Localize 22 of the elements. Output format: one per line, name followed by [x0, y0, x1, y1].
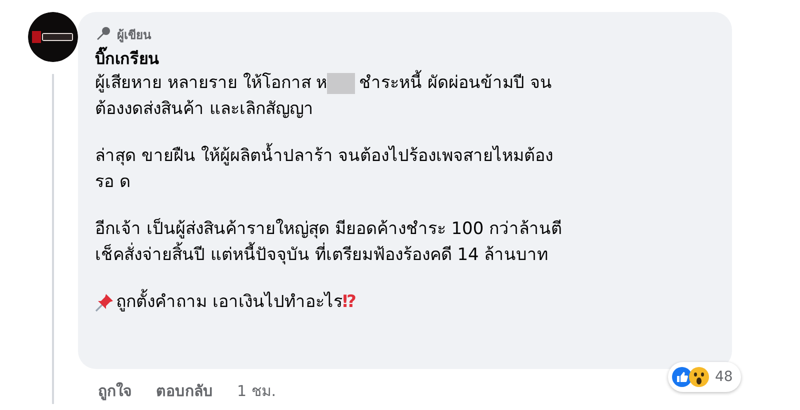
reaction-summary[interactable]: 48 — [668, 362, 741, 392]
author-label: ผู้เขียน — [117, 26, 151, 44]
comment-text: รอ ด — [95, 171, 130, 194]
pushpin-icon — [95, 292, 115, 312]
redaction-mark — [327, 72, 356, 94]
timestamp: 1 ชม. — [237, 381, 276, 402]
interrobang-emoji: ⁉ — [342, 291, 356, 314]
reaction-count: 48 — [715, 369, 733, 385]
wow-emoji-icon — [689, 367, 709, 387]
comment-text: ถูกตั้งคำถาม เอาเงินไปทำอะไร — [116, 289, 342, 315]
author-name[interactable]: บิ๊กเกรียน — [95, 48, 159, 70]
comment-text: เช็คสั่งจ่ายสิ้นปี แต่หนี้ปัจจุบัน ที่เตรียมฟ้องร้องคดี 14 ล้านบาท — [95, 242, 548, 268]
comment-text: อีกเจ้า เป็นผู้ส่งสินค้ารายใหญ่สุด มียอดค้างชำระ 100 กว่าล้านตี — [95, 217, 562, 241]
action-link[interactable]: ถูกใจ — [98, 379, 132, 403]
avatar[interactable] — [28, 12, 78, 62]
like-icon — [672, 367, 692, 387]
comment-text: ชำระหนี้ ผัดผ่อนข้ามปี จน — [359, 70, 552, 96]
microphone-icon — [95, 26, 111, 42]
comment-text: ต้องงดส่งสินค้า และเลิกสัญญา — [95, 98, 314, 121]
comment-text: ล่าสุด ขายฝืน ให้ผู้ผลิตน้ำปลาร้า จนต้องไปร้องเพจสายไหมต้อง — [95, 143, 554, 169]
comment-text: ผู้เสียหาย หลายราย ให้โอกาส ห — [95, 72, 328, 95]
action-link[interactable]: ตอบกลับ — [156, 379, 213, 403]
